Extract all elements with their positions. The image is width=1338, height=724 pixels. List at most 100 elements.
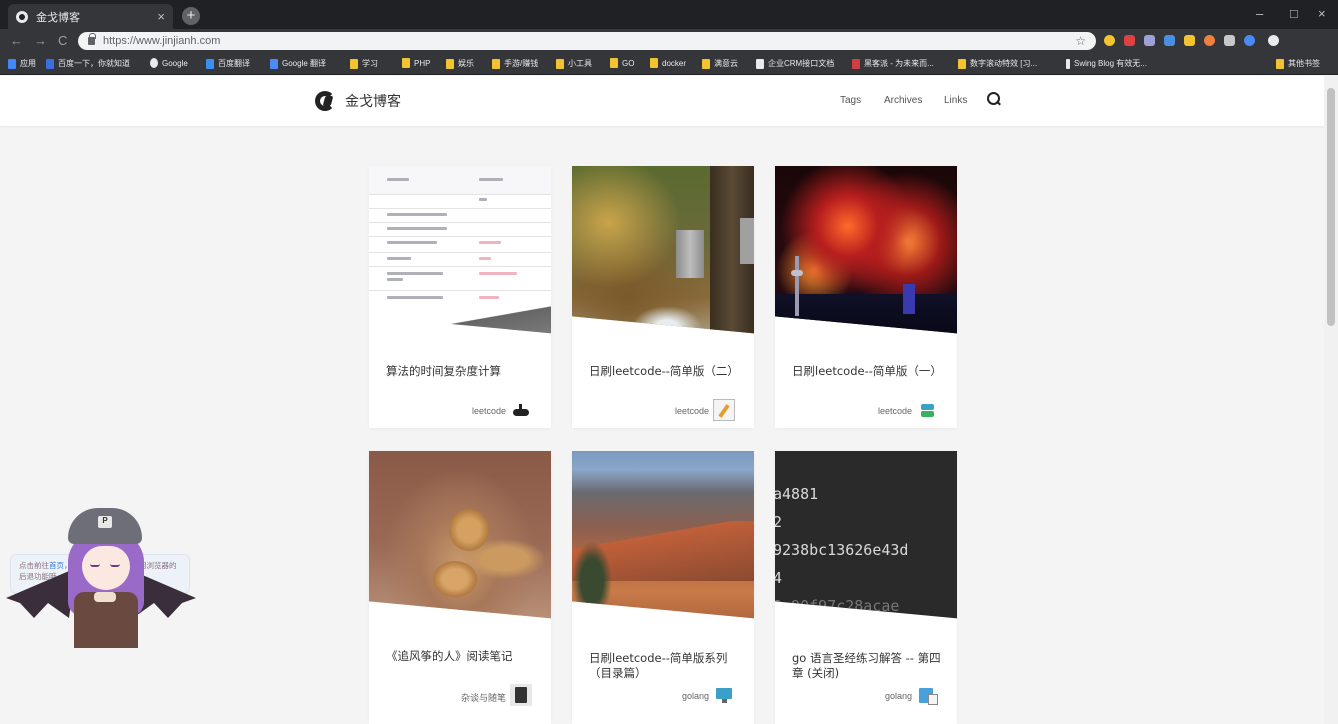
post-category[interactable]: golang (885, 691, 912, 701)
post-title[interactable]: go 语言圣经练习解答 -- 第四章 (关闭) (792, 651, 952, 681)
folder-icon (446, 58, 454, 69)
bookmark-folder[interactable]: 满意云 (702, 58, 738, 69)
site-favicon-icon (16, 10, 28, 23)
post-thumbnail-image[interactable] (572, 451, 754, 619)
back-icon[interactable]: ← (10, 33, 23, 48)
forward-icon[interactable]: → (34, 33, 47, 48)
bookmark-favicon-icon (756, 58, 764, 69)
site-logo[interactable]: 金戈博客 (315, 90, 401, 112)
browser-tab-bar: 金戈博客 × + – □ × (0, 0, 1338, 29)
bookmark-item[interactable]: 数字滚动特效 [习... (958, 58, 1037, 69)
post-card[interactable]: 算法的时间复杂度计算 leetcode (369, 166, 551, 428)
bookmark-folder[interactable]: 手游/赚钱 (492, 58, 538, 69)
bookmark-item[interactable]: Google 翻译 (270, 58, 326, 69)
bookmark-item[interactable]: 百度翻译 (206, 58, 250, 69)
post-title[interactable]: 《追风筝的人》阅读笔记 (386, 649, 546, 664)
bookmark-item[interactable]: 企业CRM接口文档 (756, 58, 834, 69)
minimize-icon[interactable]: – (1256, 6, 1263, 21)
bookmark-star-icon[interactable]: ☆ (1075, 34, 1086, 48)
bookmark-favicon-icon (958, 58, 966, 69)
extension-icon[interactable] (1164, 35, 1175, 46)
browser-tab[interactable]: 金戈博客 × (8, 4, 173, 29)
bookmark-folder[interactable]: PHP (402, 58, 430, 68)
monitor-icon (713, 684, 735, 706)
post-category[interactable]: 杂谈与随笔 (461, 691, 506, 704)
hat-badge: P (98, 516, 112, 528)
folder-icon (702, 58, 710, 69)
code-line: 8a90f97c28acae (775, 597, 900, 615)
bookmark-favicon-icon (46, 58, 54, 69)
bookmark-folder[interactable]: 娱乐 (446, 58, 474, 69)
card-index-icon (916, 684, 938, 706)
folder-icon (350, 58, 358, 69)
scrollbar-thumb[interactable] (1327, 88, 1335, 326)
extension-icon[interactable] (1224, 35, 1235, 46)
extension-icon[interactable] (1204, 35, 1215, 46)
post-card[interactable]: 《追风筝的人》阅读笔记 杂谈与随笔 (369, 451, 551, 724)
post-thumbnail-image[interactable] (775, 166, 957, 334)
post-category[interactable]: leetcode (472, 406, 506, 416)
extension-icon[interactable] (1144, 35, 1155, 46)
post-title[interactable]: 日刷leetcode--简单版（一） (792, 364, 952, 379)
book-icon (510, 684, 532, 706)
nav-link-tags[interactable]: Tags (840, 95, 861, 106)
bookmark-folder[interactable]: 小工具 (556, 58, 592, 69)
bookmark-favicon-icon (150, 58, 158, 68)
bookmark-item[interactable]: Google (150, 58, 188, 68)
code-line: a4881 (775, 485, 819, 503)
wing-left (6, 568, 76, 618)
post-card[interactable]: 日刷leetcode--简单版系列（目录篇） golang (572, 451, 754, 724)
page-scrollbar[interactable] (1324, 76, 1338, 724)
code-line: 9238bc13626e43d (775, 541, 909, 559)
maximize-icon[interactable]: □ (1290, 6, 1298, 21)
tab-title: 金戈博客 (36, 11, 80, 24)
other-bookmarks-folder[interactable]: 其他书签 (1276, 58, 1320, 69)
bookmark-folder[interactable]: GO (610, 58, 634, 68)
folder-icon (492, 58, 500, 69)
live2d-mascot[interactable]: P (6, 508, 196, 648)
post-card[interactable]: 日刷leetcode--简单版（一） leetcode (775, 166, 957, 428)
lock-icon (88, 33, 96, 45)
bookmark-folder[interactable]: 学习 (350, 58, 378, 69)
bookmark-item[interactable]: 黑客派 - 为未来而... (852, 58, 934, 69)
profile-avatar-icon[interactable] (1268, 35, 1279, 46)
folder-icon (610, 58, 618, 68)
post-thumbnail-image[interactable] (572, 166, 754, 334)
post-category[interactable]: leetcode (878, 406, 912, 416)
url-text[interactable]: https://www.jinjianh.com (103, 35, 1075, 47)
post-card[interactable]: 日刷leetcode--简单版（二） leetcode (572, 166, 754, 428)
new-tab-button[interactable]: + (182, 7, 200, 25)
nav-link-links[interactable]: Links (944, 95, 967, 106)
nav-link-archives[interactable]: Archives (884, 95, 922, 106)
bookmark-folder[interactable]: docker (650, 58, 686, 68)
extension-icon[interactable] (1124, 35, 1135, 46)
tab-close-icon[interactable]: × (157, 9, 165, 24)
bookmark-favicon-icon (852, 58, 860, 69)
extension-icon[interactable] (1184, 35, 1195, 46)
extension-icon[interactable] (1244, 35, 1255, 46)
folder-icon (650, 58, 658, 68)
bookmark-favicon-icon (270, 58, 278, 69)
extension-icon[interactable] (1104, 35, 1115, 46)
post-title[interactable]: 算法的时间复杂度计算 (386, 364, 546, 379)
gamepad-icon (510, 399, 532, 421)
post-thumbnail-image[interactable] (369, 451, 551, 619)
bookmark-favicon-icon (206, 58, 214, 69)
post-card[interactable]: a4881 2 9238bc13626e43d 4 8a90f97c28acae… (775, 451, 957, 724)
bookmark-item[interactable]: 应用 (8, 58, 36, 69)
post-title[interactable]: 日刷leetcode--简单版系列（目录篇） (589, 651, 749, 681)
bookmark-item[interactable]: Swing Blog 有效无... (1066, 58, 1147, 69)
code-line: 4 (775, 569, 783, 587)
reload-icon[interactable]: C (58, 33, 67, 48)
memo-icon (713, 399, 735, 421)
close-window-icon[interactable]: × (1318, 6, 1326, 21)
post-category[interactable]: golang (682, 691, 709, 701)
post-title[interactable]: 日刷leetcode--简单版（二） (589, 364, 749, 379)
search-icon[interactable] (987, 92, 1001, 106)
post-thumbnail-image[interactable] (369, 166, 551, 334)
address-bar[interactable]: https://www.jinjianh.com ☆ (78, 32, 1096, 50)
post-category[interactable]: leetcode (675, 406, 709, 416)
bookmark-item[interactable]: 百度一下，你就知道 (46, 58, 130, 69)
post-thumbnail-image[interactable]: a4881 2 9238bc13626e43d 4 8a90f97c28acae (775, 451, 957, 619)
folder-icon (402, 58, 410, 68)
